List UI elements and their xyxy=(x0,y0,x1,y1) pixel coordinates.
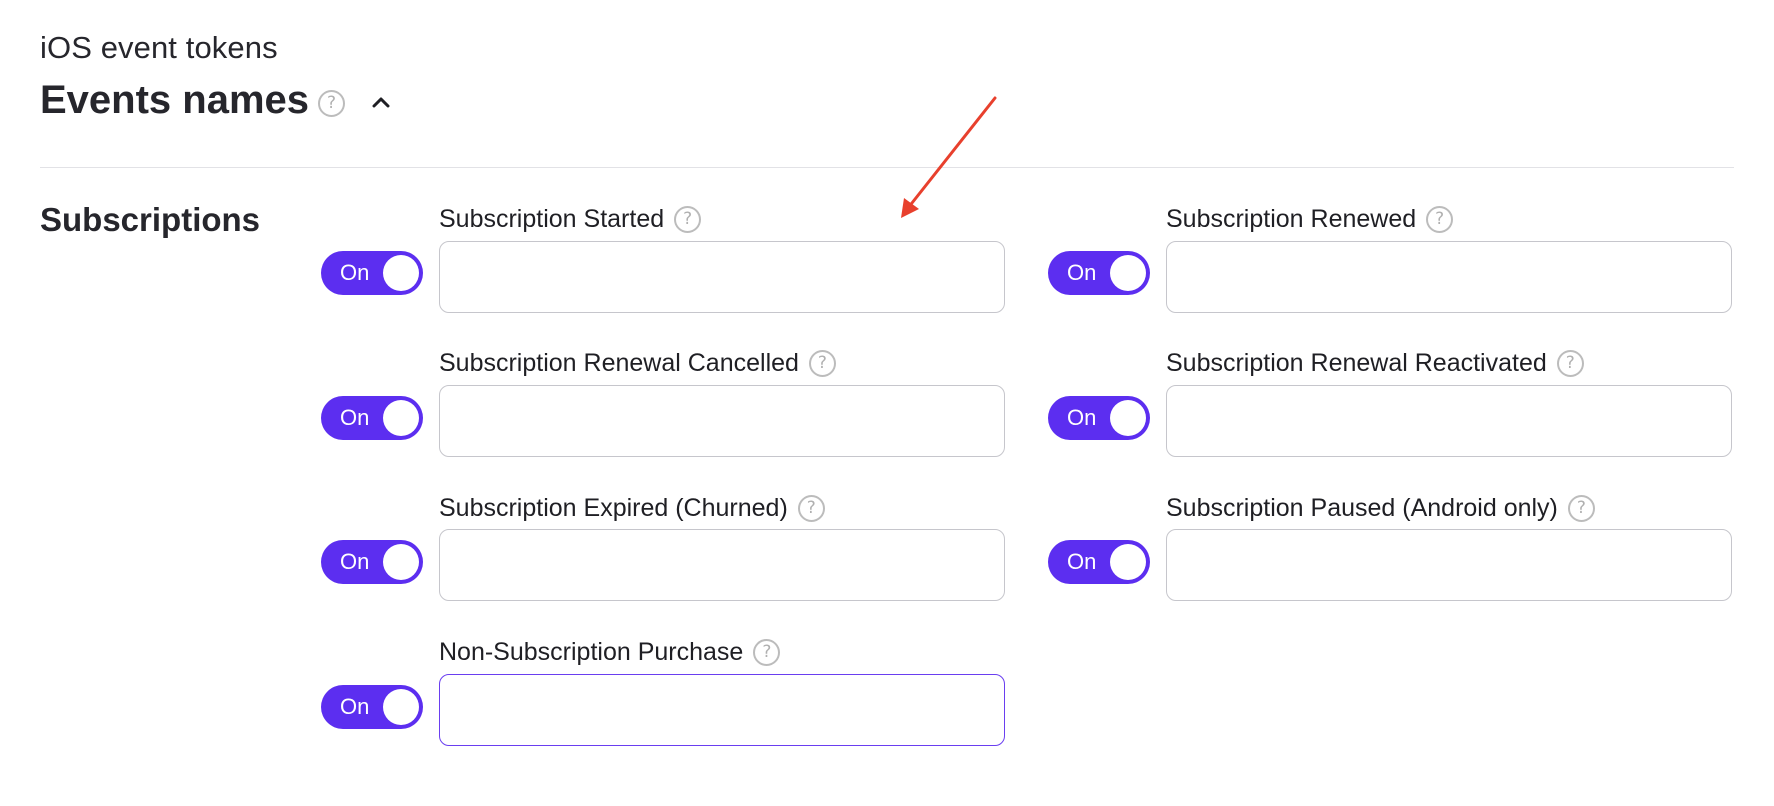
field-label-non-subscription-purchase: Non-Subscription Purchase ? xyxy=(439,636,781,668)
toggle-knob xyxy=(383,255,419,291)
toggle-knob xyxy=(383,689,419,725)
toggle-label: On xyxy=(340,405,370,430)
toggle-label: On xyxy=(340,694,370,719)
page-title: Events names xyxy=(40,77,310,122)
subscription-paused-input[interactable] xyxy=(1166,529,1732,601)
toggle-subscription-expired[interactable]: On xyxy=(321,540,423,584)
subscription-renewed-input[interactable] xyxy=(1166,241,1732,313)
toggle-knob xyxy=(1110,255,1146,291)
annotation-arrow-icon xyxy=(901,96,997,218)
help-icon[interactable]: ? xyxy=(1567,494,1595,522)
toggle-knob xyxy=(383,400,419,436)
subscription-renewal-cancelled-input[interactable] xyxy=(439,385,1005,457)
subscriptions-section-label: Subscriptions xyxy=(40,201,261,238)
field-label-text: Subscription Renewal Cancelled xyxy=(439,348,799,377)
subscription-started-input[interactable] xyxy=(439,241,1005,313)
field-label-subscription-renewal-cancelled: Subscription Renewal Cancelled ? xyxy=(439,347,836,379)
field-label-subscription-renewed: Subscription Renewed ? xyxy=(1166,203,1454,235)
field-label-text: Subscription Expired (Churned) xyxy=(439,493,788,522)
field-label-text: Subscription Started xyxy=(439,204,665,233)
toggle-knob xyxy=(1110,400,1146,436)
field-label-text: Subscription Renewal Reactivated xyxy=(1166,348,1547,377)
field-label-subscription-started: Subscription Started ? xyxy=(439,203,702,235)
toggle-label: On xyxy=(1067,549,1097,574)
toggle-knob xyxy=(383,544,419,580)
toggle-label: On xyxy=(1067,405,1097,430)
toggle-subscription-renewal-reactivated[interactable]: On xyxy=(1048,396,1150,440)
subscription-expired-input[interactable] xyxy=(439,529,1005,601)
field-label-subscription-paused: Subscription Paused (Android only) ? xyxy=(1166,492,1595,524)
toggle-label: On xyxy=(340,549,370,574)
page-title-row: Events names ? xyxy=(40,74,393,126)
field-label-text: Non-Subscription Purchase xyxy=(439,637,744,666)
chevron-up-icon[interactable] xyxy=(369,90,393,114)
toggle-subscription-started[interactable]: On xyxy=(321,251,423,295)
toggle-subscription-renewal-cancelled[interactable]: On xyxy=(321,396,423,440)
help-icon[interactable]: ? xyxy=(674,205,702,233)
event-tokens-page: iOS event tokens Events names ? Subscrip… xyxy=(0,0,1774,806)
section-kicker: iOS event tokens xyxy=(40,30,278,65)
field-label-subscription-renewal-reactivated: Subscription Renewal Reactivated ? xyxy=(1166,347,1584,379)
help-icon[interactable]: ? xyxy=(1426,205,1454,233)
toggle-label: On xyxy=(1067,260,1097,285)
subscription-renewal-reactivated-input[interactable] xyxy=(1166,385,1732,457)
field-label-subscription-expired: Subscription Expired (Churned) ? xyxy=(439,492,825,524)
field-label-text: Subscription Renewed xyxy=(1166,204,1417,233)
help-icon[interactable]: ? xyxy=(797,494,825,522)
non-subscription-purchase-input[interactable] xyxy=(439,674,1005,746)
chevron-up-icon-svg xyxy=(372,97,390,108)
help-icon[interactable]: ? xyxy=(808,349,836,377)
help-icon[interactable]: ? xyxy=(1556,349,1584,377)
toggle-non-subscription-purchase[interactable]: On xyxy=(321,685,423,729)
field-label-text: Subscription Paused (Android only) xyxy=(1166,493,1558,522)
toggle-label: On xyxy=(340,260,370,285)
help-icon[interactable]: ? xyxy=(753,638,781,666)
toggle-subscription-paused[interactable]: On xyxy=(1048,540,1150,584)
section-divider xyxy=(40,167,1734,168)
help-icon[interactable]: ? xyxy=(318,89,346,117)
toggle-subscription-renewed[interactable]: On xyxy=(1048,251,1150,295)
toggle-knob xyxy=(1110,544,1146,580)
